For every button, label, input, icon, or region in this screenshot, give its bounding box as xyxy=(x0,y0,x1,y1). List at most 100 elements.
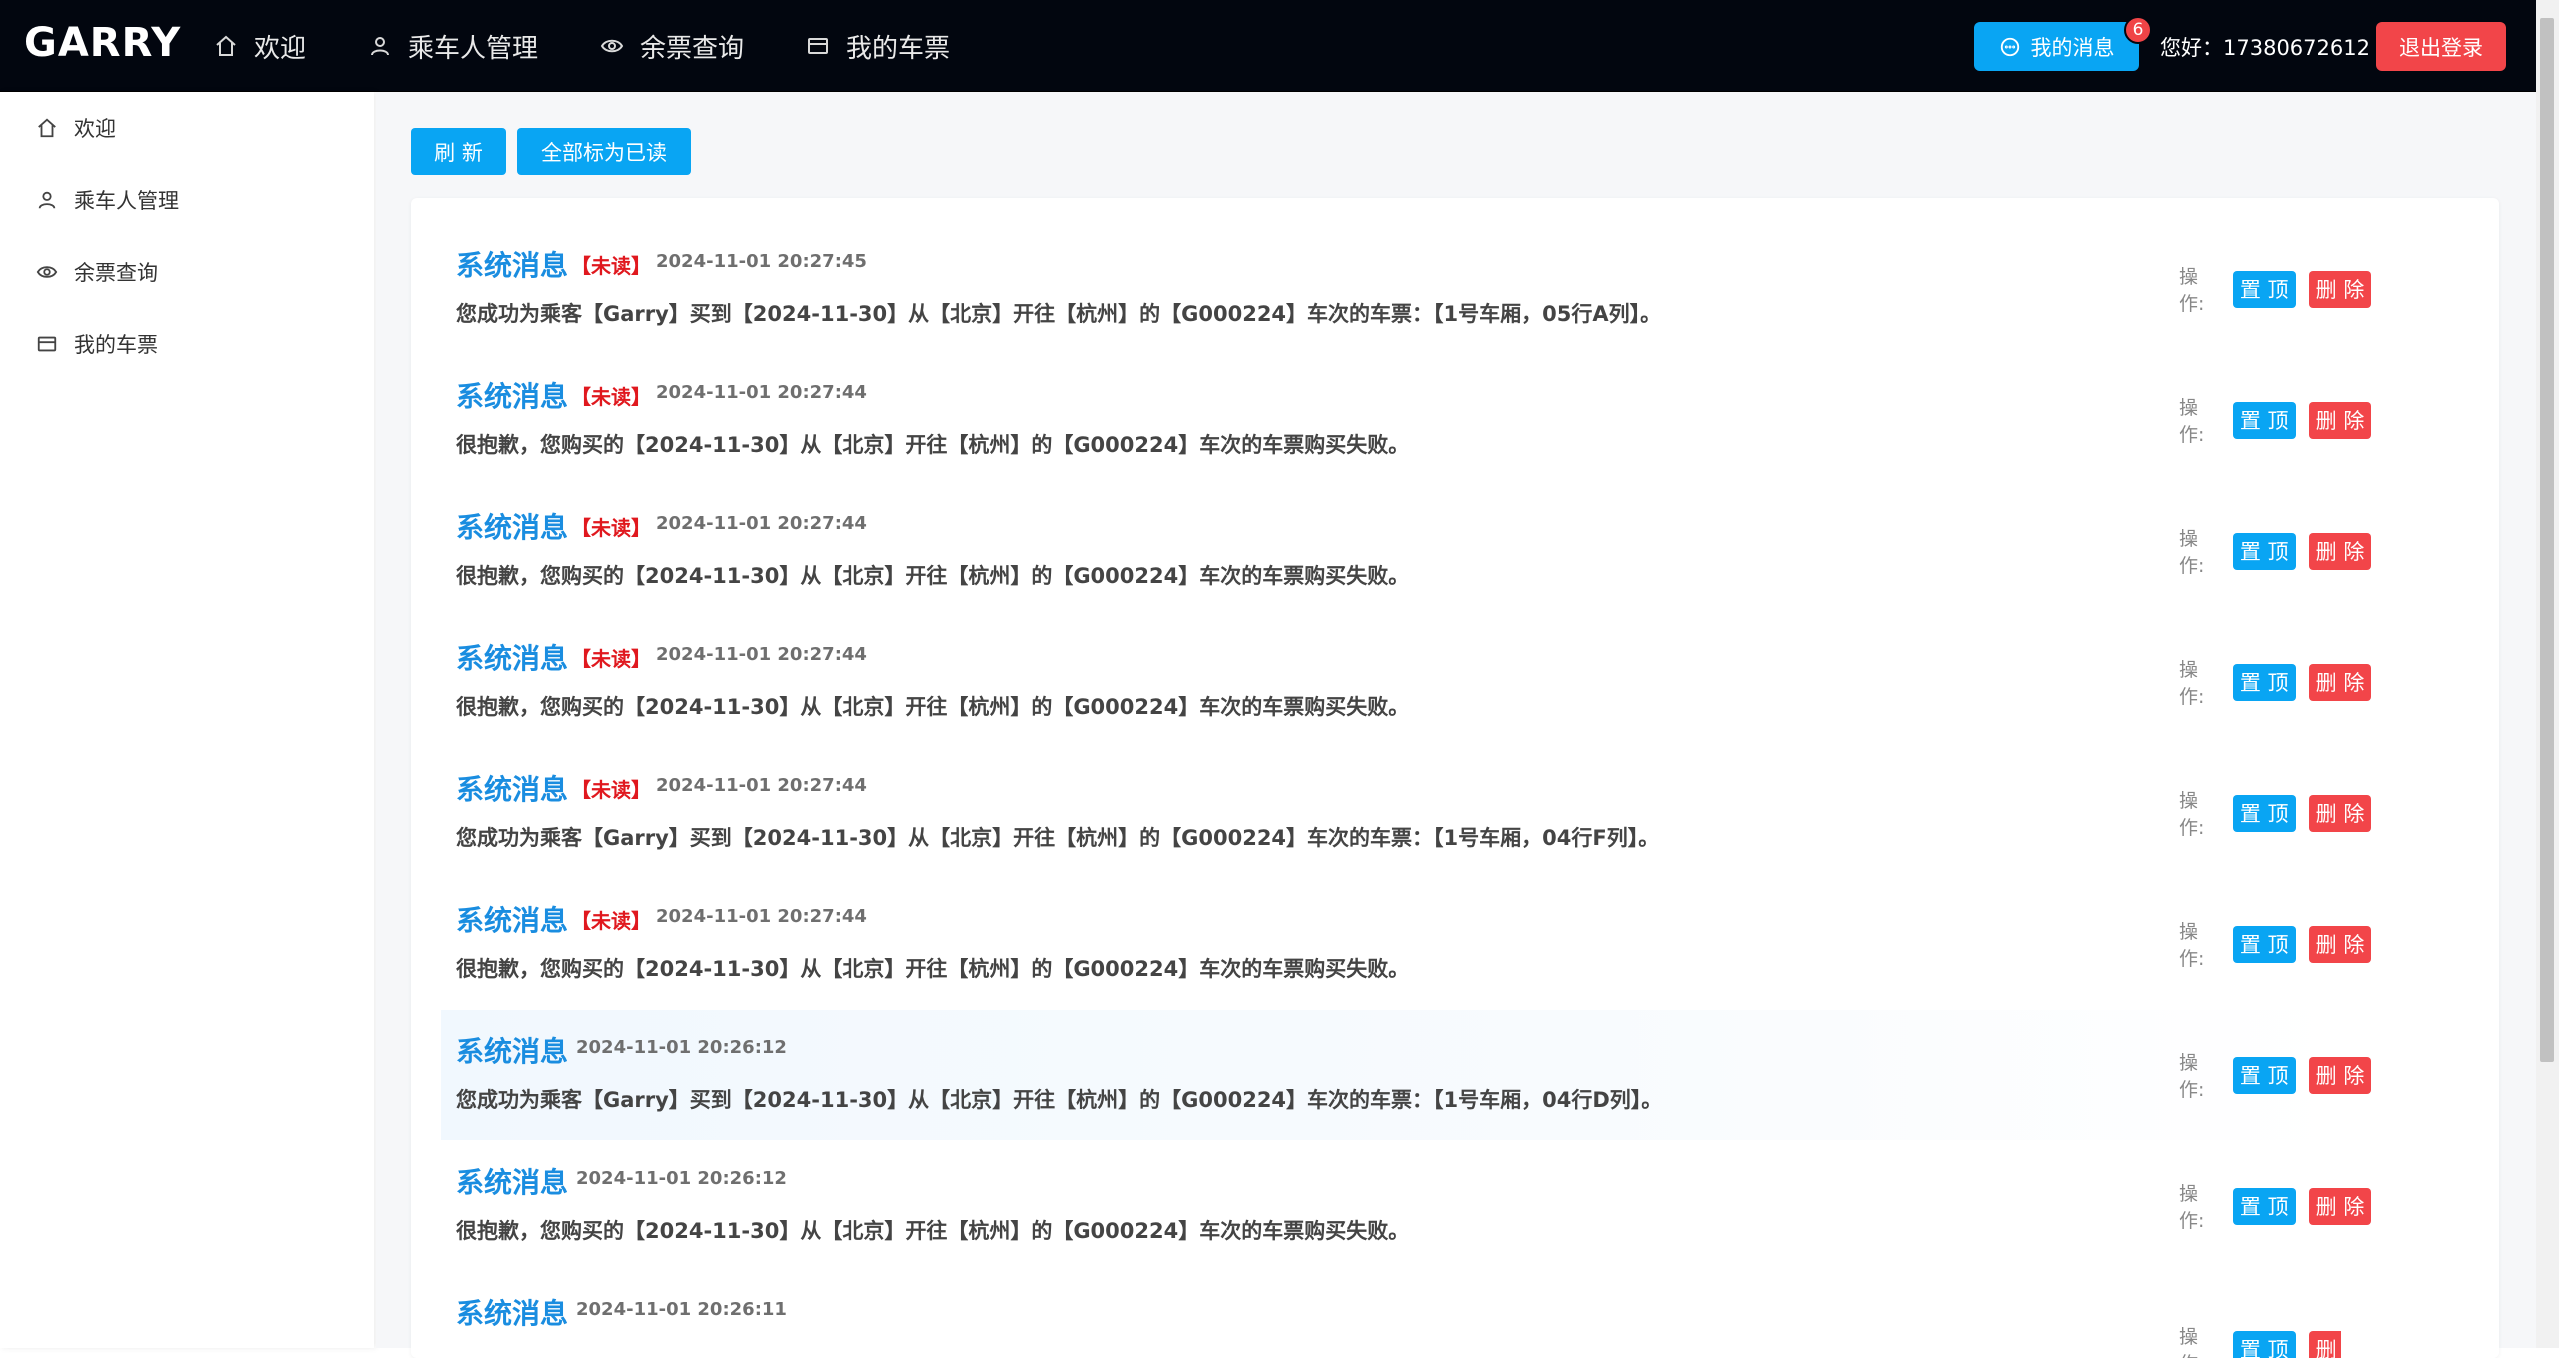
message-actions: 操作: 置 顶 删 除 xyxy=(2179,524,2371,578)
message-title[interactable]: 系统消息 xyxy=(456,1030,568,1070)
message-time: 2024-11-01 20:27:44 xyxy=(656,644,867,665)
message-time: 2024-11-01 20:27:44 xyxy=(656,775,867,796)
message-body: 您成功为乘客【Garry】买到【2024-11-30】从【北京】开往【杭州】的【… xyxy=(456,822,1659,852)
message-list: 系统消息 【未读】 2024-11-01 20:27:45 您成功为乘客【Gar… xyxy=(411,198,2499,1358)
my-messages-label: 我的消息 xyxy=(2031,32,2115,62)
message-actions: 操作: 置 顶 删 除 xyxy=(2179,1048,2371,1102)
message-body: 很抱歉，您购买的【2024-11-30】从【北京】开往【杭州】的【G000224… xyxy=(456,429,1409,459)
user-icon xyxy=(36,189,58,211)
topnav-label: 乘车人管理 xyxy=(408,28,538,65)
scrollbar-thumb[interactable] xyxy=(2540,18,2554,1062)
message-title[interactable]: 系统消息 xyxy=(456,244,568,284)
actions-label: 操作: xyxy=(2179,393,2219,447)
delete-button[interactable]: 删 除 xyxy=(2309,795,2372,832)
mark-all-read-button[interactable]: 全部标为已读 xyxy=(517,128,691,175)
topnav-label: 余票查询 xyxy=(640,28,744,65)
topnav-item-my-tickets[interactable]: 我的车票 xyxy=(806,28,950,65)
topnav-item-passengers[interactable]: 乘车人管理 xyxy=(368,28,538,65)
unread-tag: 【未读】 xyxy=(571,512,651,541)
message-time: 2024-11-01 20:26:11 xyxy=(576,1299,787,1320)
top-nav: 欢迎 乘车人管理 余票查询 我的车票 xyxy=(214,0,1012,92)
message-item: 系统消息 【未读】 2024-11-01 20:27:44 很抱歉，您购买的【2… xyxy=(441,486,2341,616)
delete-button[interactable]: 删 除 xyxy=(2309,1331,2341,1358)
message-title[interactable]: 系统消息 xyxy=(456,899,568,939)
home-icon xyxy=(214,34,238,58)
actions-label: 操作: xyxy=(2179,1179,2219,1233)
actions-label: 操作: xyxy=(2179,917,2219,971)
delete-button[interactable]: 删 除 xyxy=(2309,664,2372,701)
delete-button[interactable]: 删 除 xyxy=(2309,1188,2372,1225)
top-bar: GARRY 欢迎 乘车人管理 余票查询 我的车票 xyxy=(0,0,2536,92)
pin-button[interactable]: 置 顶 xyxy=(2233,795,2296,832)
pin-button[interactable]: 置 顶 xyxy=(2233,1188,2296,1225)
actions-label: 操作: xyxy=(2179,1322,2219,1358)
message-item: 系统消息 2024-11-01 20:26:11 操作: 置 顶 删 除 xyxy=(441,1272,2341,1358)
card-icon xyxy=(806,34,830,58)
unread-tag: 【未读】 xyxy=(571,381,651,410)
eye-icon xyxy=(36,261,58,283)
message-item: 系统消息 【未读】 2024-11-01 20:27:44 您成功为乘客【Gar… xyxy=(441,748,2341,878)
chat-icon xyxy=(1999,36,2021,58)
message-time: 2024-11-01 20:26:12 xyxy=(576,1037,787,1058)
message-actions: 操作: 置 顶 删 除 xyxy=(2179,1179,2371,1233)
message-item: 系统消息 【未读】 2024-11-01 20:27:45 您成功为乘客【Gar… xyxy=(441,224,2341,354)
message-actions: 操作: 置 顶 删 除 xyxy=(2179,786,2371,840)
message-item: 系统消息 2024-11-01 20:26:12 很抱歉，您购买的【2024-1… xyxy=(441,1141,2341,1271)
eye-icon xyxy=(600,34,624,58)
topnav-label: 欢迎 xyxy=(254,28,306,65)
message-title[interactable]: 系统消息 xyxy=(456,1292,568,1332)
message-title[interactable]: 系统消息 xyxy=(456,1161,568,1201)
pin-button[interactable]: 置 顶 xyxy=(2233,402,2296,439)
delete-button[interactable]: 删 除 xyxy=(2309,926,2372,963)
message-time: 2024-11-01 20:27:44 xyxy=(656,382,867,403)
refresh-button[interactable]: 刷 新 xyxy=(411,128,506,175)
sidebar: 欢迎 乘车人管理 余票查询 我的车票 xyxy=(0,92,374,1348)
main-content: 刷 新 全部标为已读 系统消息 【未读】 2024-11-01 20:27:45… xyxy=(376,92,2536,1348)
topnav-item-tickets-query[interactable]: 余票查询 xyxy=(600,28,744,65)
message-title[interactable]: 系统消息 xyxy=(456,768,568,808)
topnav-item-welcome[interactable]: 欢迎 xyxy=(214,28,306,65)
message-body: 很抱歉，您购买的【2024-11-30】从【北京】开往【杭州】的【G000224… xyxy=(456,560,1409,590)
message-time: 2024-11-01 20:27:44 xyxy=(656,513,867,534)
sidebar-item-label: 乘车人管理 xyxy=(74,185,179,215)
pin-button[interactable]: 置 顶 xyxy=(2233,271,2296,308)
pin-button[interactable]: 置 顶 xyxy=(2233,1057,2296,1094)
actions-label: 操作: xyxy=(2179,655,2219,709)
actions-label: 操作: xyxy=(2179,524,2219,578)
brand-logo[interactable]: GARRY xyxy=(24,20,181,66)
sidebar-item-label: 余票查询 xyxy=(74,257,158,287)
pin-button[interactable]: 置 顶 xyxy=(2233,926,2296,963)
my-messages-button[interactable]: 我的消息 xyxy=(1974,22,2139,71)
pin-button[interactable]: 置 顶 xyxy=(2233,664,2296,701)
message-actions: 操作: 置 顶 删 除 xyxy=(2179,917,2371,971)
sidebar-item-welcome[interactable]: 欢迎 xyxy=(0,92,374,164)
delete-button[interactable]: 删 除 xyxy=(2309,402,2372,439)
message-actions: 操作: 置 顶 删 除 xyxy=(2179,393,2371,447)
sidebar-item-passengers[interactable]: 乘车人管理 xyxy=(0,164,374,236)
topnav-label: 我的车票 xyxy=(846,28,950,65)
delete-button[interactable]: 删 除 xyxy=(2309,533,2372,570)
message-time: 2024-11-01 20:27:44 xyxy=(656,906,867,927)
message-title[interactable]: 系统消息 xyxy=(456,506,568,546)
message-body: 您成功为乘客【Garry】买到【2024-11-30】从【北京】开往【杭州】的【… xyxy=(456,1084,1662,1114)
message-title[interactable]: 系统消息 xyxy=(456,637,568,677)
message-body: 很抱歉，您购买的【2024-11-30】从【北京】开往【杭州】的【G000224… xyxy=(456,1215,1409,1245)
message-count-badge: 6 xyxy=(2124,16,2152,44)
message-title[interactable]: 系统消息 xyxy=(456,375,568,415)
unread-tag: 【未读】 xyxy=(571,774,651,803)
logout-button[interactable]: 退出登录 xyxy=(2376,22,2506,71)
delete-button[interactable]: 删 除 xyxy=(2309,271,2372,308)
sidebar-item-label: 我的车票 xyxy=(74,329,158,359)
message-body: 很抱歉，您购买的【2024-11-30】从【北京】开往【杭州】的【G000224… xyxy=(456,953,1409,983)
pin-button[interactable]: 置 顶 xyxy=(2233,533,2296,570)
message-actions: 操作: 置 顶 删 除 xyxy=(2179,655,2371,709)
message-actions: 操作: 置 顶 删 除 xyxy=(2179,1322,2341,1358)
message-actions: 操作: 置 顶 删 除 xyxy=(2179,262,2371,316)
pin-button[interactable]: 置 顶 xyxy=(2233,1331,2296,1358)
delete-button[interactable]: 删 除 xyxy=(2309,1057,2372,1094)
card-icon xyxy=(36,333,58,355)
unread-tag: 【未读】 xyxy=(571,905,651,934)
sidebar-item-my-tickets[interactable]: 我的车票 xyxy=(0,308,374,380)
message-body: 很抱歉，您购买的【2024-11-30】从【北京】开往【杭州】的【G000224… xyxy=(456,691,1409,721)
sidebar-item-tickets-query[interactable]: 余票查询 xyxy=(0,236,374,308)
